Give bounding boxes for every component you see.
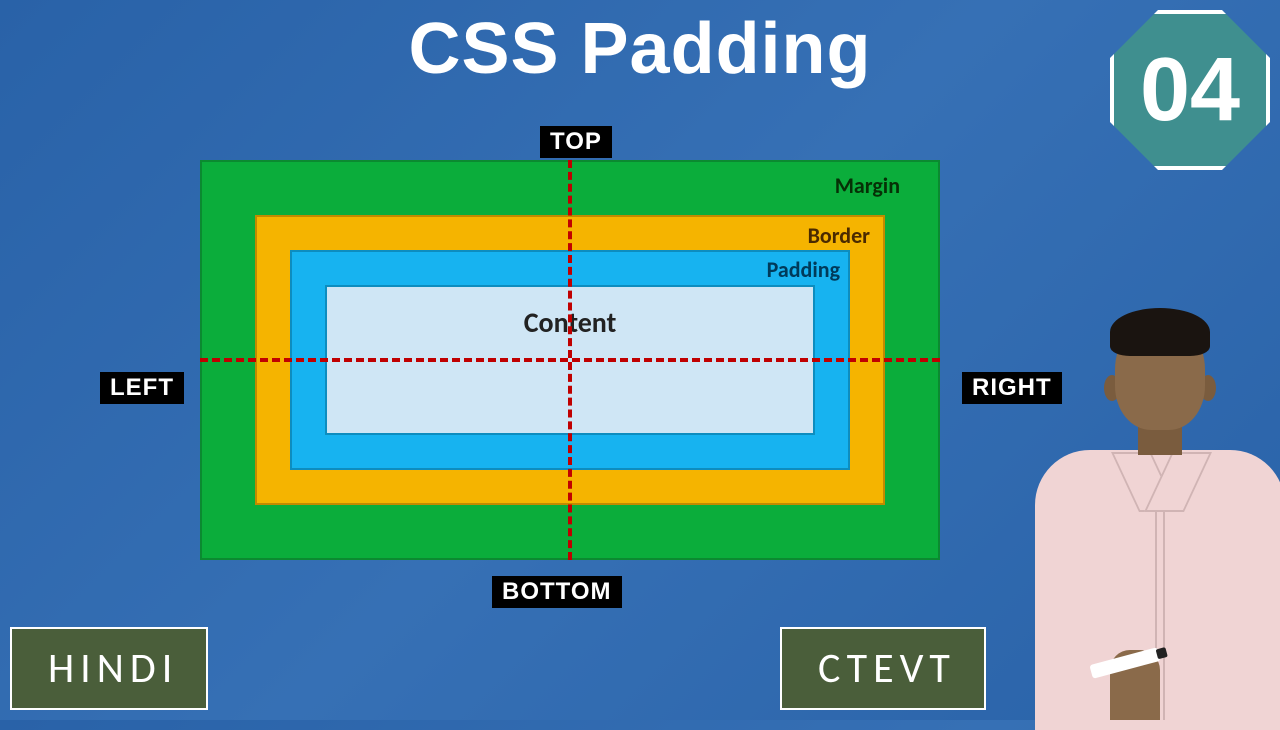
organization-tag: CTEVT — [780, 627, 986, 710]
episode-badge: 04 — [1110, 10, 1270, 170]
direction-bottom-label: BOTTOM — [492, 576, 622, 608]
horizontal-guide-line — [200, 358, 940, 362]
box-model-diagram: Content Margin Border Padding — [200, 160, 940, 560]
presenter-hair — [1110, 308, 1210, 356]
language-tag: HINDI — [10, 627, 208, 710]
direction-left-label: LEFT — [100, 372, 184, 404]
presenter-figure — [1030, 280, 1280, 720]
border-label: Border — [808, 222, 870, 249]
page-title: CSS Padding — [0, 8, 1280, 90]
episode-number: 04 — [1140, 39, 1240, 142]
direction-top-label: TOP — [540, 126, 612, 158]
margin-label: Margin — [835, 172, 900, 199]
padding-label: Padding — [767, 256, 840, 283]
